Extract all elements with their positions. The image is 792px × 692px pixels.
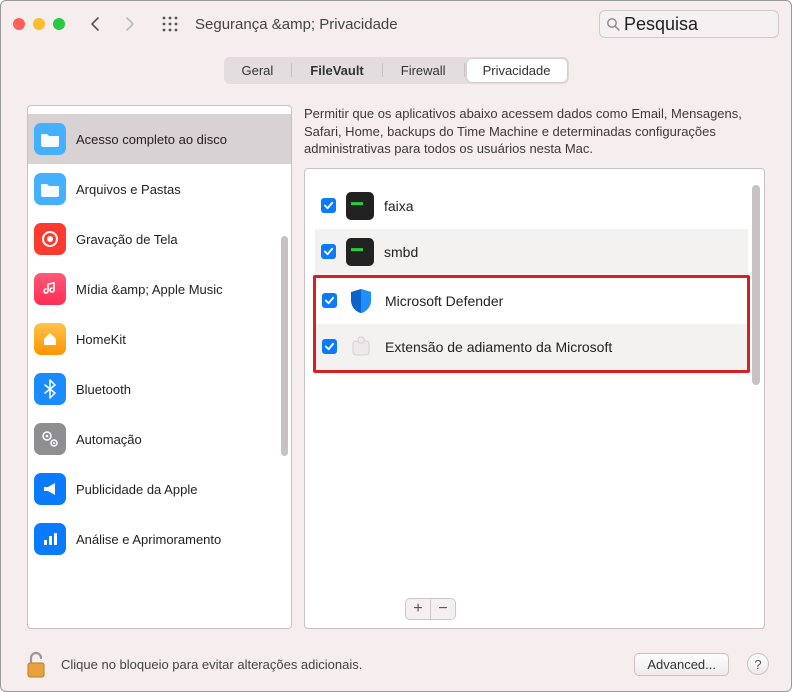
highlighted-rows: Microsoft Defender Extensão de adiamento… <box>313 275 750 373</box>
sidebar-item-screen-recording[interactable]: Gravação de Tela <box>28 214 291 264</box>
app-row[interactable]: ■■■■ faixa <box>315 183 748 229</box>
svg-text:■■■■: ■■■■ <box>351 247 363 253</box>
advanced-button[interactable]: Advanced... <box>634 653 729 676</box>
help-button[interactable]: ? <box>747 653 769 675</box>
svg-text:■■■■: ■■■■ <box>351 201 363 207</box>
app-list-scrollbar[interactable] <box>750 175 762 588</box>
checkbox[interactable] <box>322 293 337 308</box>
app-label: Extensão de adiamento da Microsoft <box>385 339 612 355</box>
record-icon <box>34 223 66 255</box>
tab-privacy[interactable]: Privacidade <box>467 59 567 82</box>
sidebar-item-homekit[interactable]: HomeKit <box>28 314 291 364</box>
tabbar: Geral FileVault Firewall Privacidade <box>1 47 791 93</box>
app-row[interactable]: ■■■■ smbd <box>315 229 748 275</box>
shield-icon <box>347 287 375 315</box>
terminal-icon: ■■■■ <box>346 192 374 220</box>
minimize-window-button[interactable] <box>33 18 45 30</box>
folder-icon <box>34 173 66 205</box>
app-label: smbd <box>384 244 418 260</box>
app-row[interactable]: Microsoft Defender <box>316 278 747 324</box>
tab-filevault[interactable]: FileVault <box>294 59 379 82</box>
app-label: Microsoft Defender <box>385 293 503 309</box>
lock-text: Clique no bloqueio para evitar alteraçõe… <box>61 657 362 672</box>
sidebar-scrollbar[interactable] <box>280 106 290 628</box>
remove-button[interactable]: − <box>431 599 455 619</box>
sidebar-item-media-apple-music[interactable]: Mídia &amp; Apple Music <box>28 264 291 314</box>
app-list-scroll-thumb[interactable] <box>752 185 760 385</box>
sidebar-item-label: Automação <box>76 432 142 447</box>
terminal-icon: ■■■■ <box>346 238 374 266</box>
close-window-button[interactable] <box>13 18 25 30</box>
sidebar-item-bluetooth[interactable]: Bluetooth <box>28 364 291 414</box>
sidebar-item-label: Bluetooth <box>76 382 131 397</box>
titlebar: Segurança &amp; Privacidade Pesquisa <box>1 1 791 47</box>
add-remove-buttons: + − <box>405 598 456 620</box>
sidebar: Acesso completo ao disco Arquivos e Past… <box>27 105 292 629</box>
sidebar-item-files-folders[interactable]: Arquivos e Pastas <box>28 164 291 214</box>
app-row[interactable]: Extensão de adiamento da Microsoft <box>316 324 747 370</box>
checkbox[interactable] <box>321 244 336 259</box>
sidebar-item-full-disk-access[interactable]: Acesso completo ao disco <box>28 114 291 164</box>
add-button[interactable]: + <box>406 599 430 619</box>
extension-icon <box>347 333 375 361</box>
sidebar-item-label: Gravação de Tela <box>76 232 178 247</box>
bluetooth-icon <box>34 373 66 405</box>
megaphone-icon <box>34 473 66 505</box>
chart-icon <box>34 523 66 555</box>
sidebar-item-label: Acesso completo ao disco <box>76 132 227 147</box>
folder-icon <box>34 123 66 155</box>
show-all-prefs-button[interactable] <box>159 13 181 35</box>
app-label: faixa <box>384 198 414 214</box>
forward-button[interactable] <box>117 12 141 36</box>
sidebar-item-label: Arquivos e Pastas <box>76 182 181 197</box>
tab-firewall[interactable]: Firewall <box>385 59 462 82</box>
sidebar-item-label: Mídia &amp; Apple Music <box>76 282 223 297</box>
sidebar-scroll-thumb[interactable] <box>281 236 288 456</box>
sidebar-item-label: Publicidade da Apple <box>76 482 197 497</box>
sidebar-item-label: Análise e Aprimoramento <box>76 532 221 547</box>
music-icon <box>34 273 66 305</box>
search-icon <box>606 17 620 31</box>
back-button[interactable] <box>83 12 107 36</box>
privacy-description: Permitir que os aplicativos abaixo acess… <box>304 105 765 158</box>
app-list: ■■■■ faixa ■■■■ smbd <box>304 168 765 629</box>
maximize-window-button[interactable] <box>53 18 65 30</box>
checkbox[interactable] <box>321 198 336 213</box>
lock-button[interactable] <box>23 650 51 678</box>
tab-general[interactable]: Geral <box>226 59 290 82</box>
gears-icon <box>34 423 66 455</box>
traffic-lights <box>13 18 65 30</box>
sidebar-item-automation[interactable]: Automação <box>28 414 291 464</box>
footer: Clique no bloqueio para evitar alteraçõe… <box>1 637 791 691</box>
search-field[interactable]: Pesquisa <box>599 10 779 38</box>
home-icon <box>34 323 66 355</box>
sidebar-item-apple-advertising[interactable]: Publicidade da Apple <box>28 464 291 514</box>
checkbox[interactable] <box>322 339 337 354</box>
sidebar-item-label: HomeKit <box>76 332 126 347</box>
sidebar-item-analytics[interactable]: Análise e Aprimoramento <box>28 514 291 564</box>
window-title: Segurança &amp; Privacidade <box>195 16 398 33</box>
search-placeholder: Pesquisa <box>624 14 698 35</box>
